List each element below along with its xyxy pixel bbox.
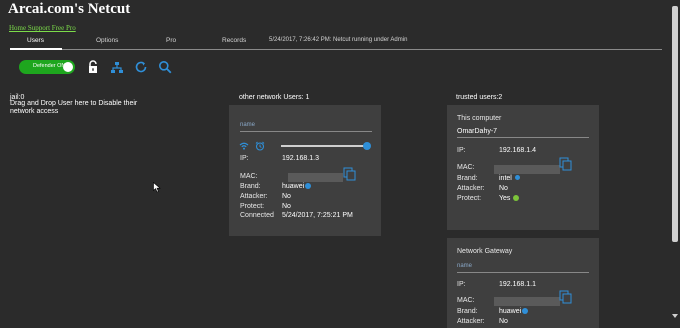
defender-toggle-label: Defender ON — [33, 63, 66, 69]
protect-label: Protect: — [240, 203, 265, 210]
name-input-underline — [457, 137, 589, 138]
protect-value: Yes — [499, 195, 511, 202]
name-input-underline — [457, 272, 589, 273]
app-title: Arcai.com's Netcut — [8, 1, 131, 17]
name-input[interactable]: name — [457, 263, 472, 269]
refresh-icon[interactable] — [134, 60, 148, 74]
attacker-label: Attacker: — [240, 193, 268, 200]
other-users-header: other network Users: 1 — [239, 94, 310, 101]
ip-value: 192.168.1.1 — [499, 281, 536, 288]
mac-label: MAC: — [240, 173, 258, 180]
copy-icon[interactable] — [559, 157, 572, 171]
attacker-value: No — [499, 185, 508, 192]
attacker-value: No — [499, 318, 508, 325]
scroll-down-arrow-icon[interactable] — [672, 314, 678, 319]
network-icon[interactable] — [110, 61, 124, 75]
tab-records[interactable]: Records — [222, 37, 246, 44]
user-card[interactable]: name IP: 192.168.1.3 MAC: Brand: huawei … — [229, 105, 381, 236]
active-tab-indicator — [10, 48, 62, 50]
mac-label: MAC: — [457, 164, 475, 171]
device-name[interactable]: OmarDahy-7 — [457, 128, 497, 135]
brand-value: intel — [499, 175, 512, 182]
header-links[interactable]: Home Support Free Pro — [9, 24, 76, 32]
connected-label: Connected — [240, 212, 274, 219]
brand-label: Brand: — [240, 183, 261, 190]
lock-icon[interactable] — [86, 60, 100, 74]
wifi-icon — [239, 142, 249, 150]
jail-dropzone-description: Drag and Drop User here to Disable their… — [10, 100, 138, 115]
ip-label: IP: — [457, 147, 466, 154]
attacker-label: Attacker: — [457, 318, 485, 325]
brand-value: huawei — [282, 183, 305, 190]
defender-toggle[interactable]: Defender ON — [19, 60, 75, 74]
ip-value: 192.168.1.4 — [499, 147, 536, 154]
protect-label: Protect: — [457, 195, 482, 202]
mac-label: MAC: — [457, 297, 475, 304]
mac-value-redacted — [288, 173, 343, 182]
brand-info-icon[interactable] — [305, 183, 311, 189]
mac-value-redacted — [494, 165, 560, 174]
copy-icon[interactable] — [343, 167, 356, 181]
copy-icon[interactable] — [559, 290, 572, 304]
ip-label: IP: — [457, 281, 466, 288]
ip-value: 192.168.1.3 — [282, 155, 319, 162]
brand-label: Brand: — [457, 308, 478, 315]
attacker-value: No — [282, 193, 291, 200]
trusted-card-gateway[interactable]: Network Gateway name IP: 192.168.1.1 MAC… — [447, 238, 599, 328]
search-icon[interactable] — [158, 60, 172, 74]
card-title: This computer — [457, 115, 502, 122]
brand-info-icon[interactable] — [515, 175, 520, 180]
brand-info-icon[interactable] — [522, 308, 528, 314]
ip-label: IP: — [240, 155, 249, 162]
protect-check-icon — [513, 195, 519, 201]
tab-options[interactable]: Options — [96, 37, 118, 44]
trusted-users-header: trusted users:2 — [456, 94, 503, 101]
mouse-cursor-icon — [153, 182, 161, 193]
card-title: Network Gateway — [457, 248, 513, 255]
tab-users[interactable]: Users — [27, 37, 44, 44]
name-input-underline — [240, 131, 372, 132]
protect-value: No — [282, 203, 291, 210]
connected-value: 5/24/2017, 7:25:21 PM — [282, 212, 353, 219]
brand-value: huawei — [499, 308, 522, 315]
status-text: 5/24/2017, 7:26:42 PM: Netcut running un… — [269, 37, 408, 43]
speed-slider-track[interactable] — [281, 145, 369, 147]
brand-label: Brand: — [457, 175, 478, 182]
alarm-clock-icon[interactable] — [255, 141, 265, 151]
tab-pro[interactable]: Pro — [166, 37, 176, 44]
mac-value-redacted — [494, 297, 560, 306]
speed-slider-thumb[interactable] — [363, 142, 371, 150]
attacker-label: Attacker: — [457, 185, 485, 192]
tab-divider — [62, 49, 662, 50]
toggle-knob — [63, 62, 73, 72]
name-input[interactable]: name — [240, 122, 255, 128]
trusted-card-this-computer[interactable]: This computer OmarDahy-7 IP: 192.168.1.4… — [447, 105, 599, 230]
scrollbar-thumb[interactable] — [672, 6, 678, 242]
